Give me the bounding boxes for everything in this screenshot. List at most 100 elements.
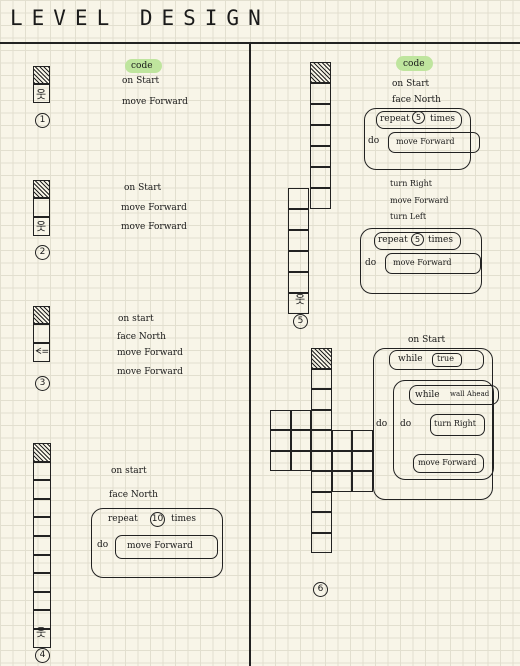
grid-cell xyxy=(288,209,309,230)
goal-hatch xyxy=(33,66,50,84)
grid-cell xyxy=(288,251,309,272)
repeat-count: 5 xyxy=(412,111,425,124)
grid-cell xyxy=(33,498,51,518)
code-line: face North xyxy=(392,95,441,105)
page-title: LEVEL DESIGN xyxy=(10,6,270,30)
code-keyword: do xyxy=(368,136,380,146)
code-line: move Forward xyxy=(390,196,449,205)
code-keyword: do xyxy=(97,540,109,550)
level-number: 1 xyxy=(35,113,50,128)
grid-cell xyxy=(310,104,331,125)
code-line: move Forward xyxy=(117,348,183,358)
code-keyword: do xyxy=(365,258,377,268)
goal-hatch xyxy=(311,348,332,369)
grid-cell xyxy=(310,188,331,209)
grid-cell xyxy=(288,272,309,293)
grid-cell xyxy=(311,450,332,471)
code-line: move Forward xyxy=(117,367,183,377)
code-line: on start xyxy=(111,466,147,476)
grid-cell xyxy=(331,471,352,492)
robot-icon: 웃 xyxy=(36,626,47,639)
goal-hatch xyxy=(33,180,50,198)
grid-cell xyxy=(310,125,331,146)
grid-cell xyxy=(33,573,51,592)
code-keyword: repeat xyxy=(108,514,138,524)
code-line: turn Left xyxy=(390,212,427,221)
grid-cell xyxy=(33,536,51,555)
code-line: turn Right xyxy=(434,419,476,428)
code-line: on Start xyxy=(408,335,446,345)
grid-cell xyxy=(331,430,352,451)
facing-arrow-icon: ᗕ= xyxy=(35,347,50,357)
grid-cell xyxy=(311,368,332,389)
code-keyword: repeat xyxy=(378,235,408,245)
code-line: on start xyxy=(118,314,154,324)
robot-icon: 웃 xyxy=(295,293,306,306)
grid-cell xyxy=(311,532,332,553)
grid-cell xyxy=(311,471,332,492)
grid-cell xyxy=(311,389,332,410)
grid-cell xyxy=(33,198,50,217)
code-label: code xyxy=(131,61,153,71)
header-divider xyxy=(0,42,520,44)
grid-cell xyxy=(33,591,51,611)
code-line: move Forward xyxy=(393,258,452,267)
goal-hatch xyxy=(33,306,50,324)
grid-cell xyxy=(310,83,331,104)
condition-value: true xyxy=(437,354,454,363)
repeat-count: 10 xyxy=(150,512,165,527)
grid-cell xyxy=(33,517,51,536)
code-line: move Forward xyxy=(122,97,188,107)
code-line: on Start xyxy=(124,183,162,193)
grid-cell xyxy=(290,450,311,471)
code-line: move Forward xyxy=(121,222,187,232)
code-line: move Forward xyxy=(396,137,455,146)
grid-cell xyxy=(352,471,373,492)
robot-icon: 웃 xyxy=(36,88,47,101)
grid-cell xyxy=(311,409,332,430)
level-number: 4 xyxy=(35,648,50,663)
grid-cell xyxy=(290,409,311,430)
robot-icon: 웃 xyxy=(36,220,47,233)
code-keyword: times xyxy=(171,514,196,524)
code-line: face North xyxy=(109,490,158,500)
code-line: face North xyxy=(117,332,166,342)
condition-value: wall Ahead xyxy=(450,390,490,398)
code-keyword: do xyxy=(400,419,412,429)
code-keyword: times xyxy=(430,114,455,124)
column-divider xyxy=(249,43,251,666)
level-number: 2 xyxy=(35,245,50,260)
grid-cell xyxy=(33,324,50,343)
code-keyword: while xyxy=(415,390,440,400)
grid-cell xyxy=(311,430,332,451)
code-keyword: do xyxy=(376,419,388,429)
grid-cell xyxy=(270,430,291,451)
grid-cell xyxy=(33,461,51,481)
grid-cell xyxy=(352,430,373,451)
grid-cell xyxy=(331,450,352,471)
grid-cell xyxy=(270,409,291,430)
grid-cell xyxy=(288,188,309,209)
code-line: turn Right xyxy=(390,179,432,188)
grid-cell xyxy=(310,167,331,188)
level-number: 3 xyxy=(35,376,50,391)
grid-cell xyxy=(290,430,311,451)
goal-hatch xyxy=(33,443,51,462)
grid-cell xyxy=(310,146,331,167)
code-keyword: repeat xyxy=(380,114,410,124)
goal-hatch xyxy=(310,62,331,83)
grid-cell xyxy=(352,450,373,471)
code-line: move Forward xyxy=(418,458,477,467)
code-label: code xyxy=(403,59,425,69)
grid-cell xyxy=(33,554,51,574)
repeat-count: 5 xyxy=(411,233,424,246)
code-line: move Forward xyxy=(121,203,187,213)
code-keyword: while xyxy=(398,354,423,364)
code-keyword: times xyxy=(428,235,453,245)
grid-cell xyxy=(311,491,332,512)
level-number: 5 xyxy=(293,314,308,329)
code-line: on Start xyxy=(392,79,430,89)
grid-cell xyxy=(288,230,309,251)
code-line: on Start xyxy=(122,76,160,86)
level-number: 6 xyxy=(313,582,328,597)
